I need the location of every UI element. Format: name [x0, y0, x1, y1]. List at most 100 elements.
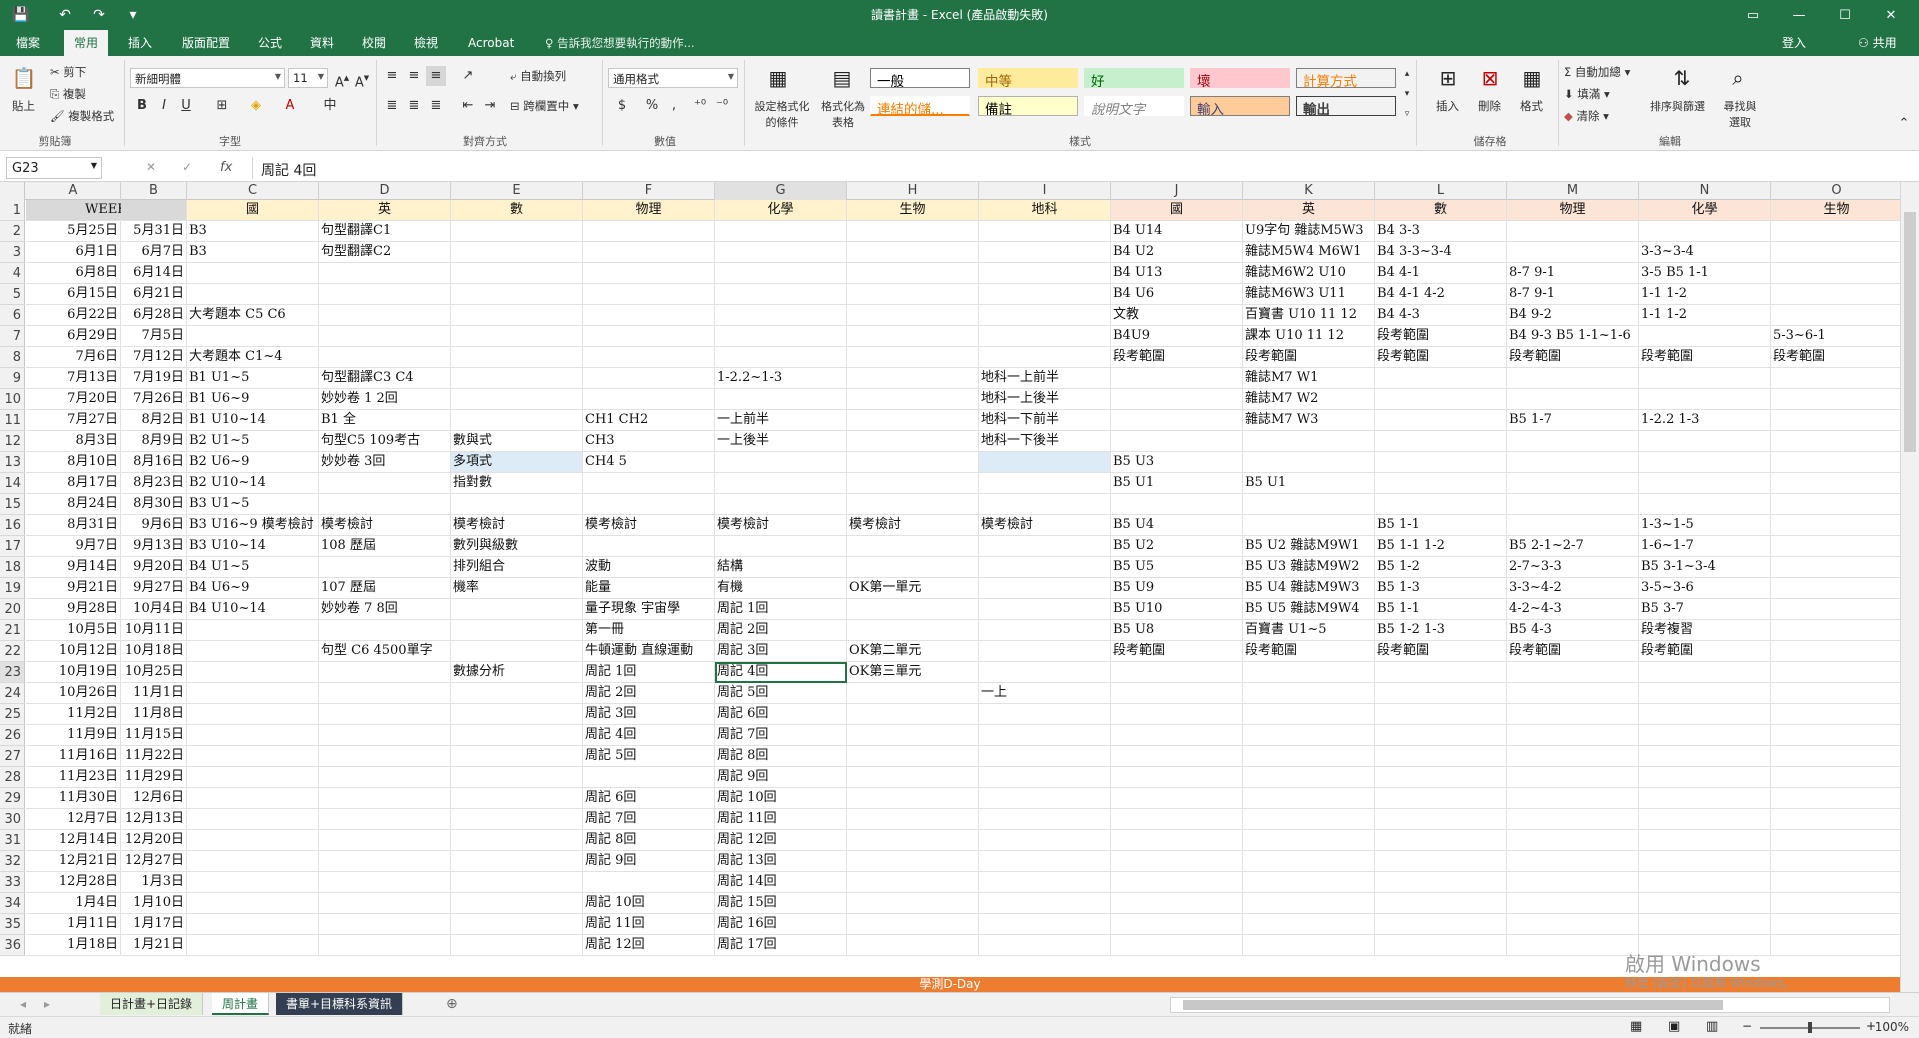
data-cell[interactable]: 5-3~6-1	[1771, 326, 1900, 347]
data-cell[interactable]: 大考題本 C1~4	[187, 347, 319, 368]
decrease-decimal-icon[interactable]: ⁻⁰	[712, 96, 732, 116]
data-cell[interactable]: 3-5~3-6	[1639, 578, 1771, 599]
data-cell[interactable]: B5 U10	[1111, 599, 1243, 620]
column-header[interactable]: B	[121, 182, 187, 200]
data-cell[interactable]: 12月13日	[121, 809, 187, 830]
data-cell[interactable]	[451, 725, 583, 746]
data-cell[interactable]	[451, 305, 583, 326]
add-sheet-icon[interactable]: ⊕	[446, 996, 458, 1012]
data-cell[interactable]	[1771, 578, 1900, 599]
data-cell[interactable]	[1771, 410, 1900, 431]
align-left-icon[interactable]: ≣	[382, 96, 402, 116]
data-cell[interactable]	[979, 305, 1111, 326]
data-cell[interactable]: 妙妙卷 1 2回	[319, 389, 451, 410]
italic-button[interactable]: I	[154, 96, 174, 116]
data-cell[interactable]	[1507, 872, 1639, 893]
data-cell[interactable]	[1639, 221, 1771, 242]
data-cell[interactable]: 11月16日	[26, 746, 121, 767]
data-cell[interactable]	[1375, 389, 1507, 410]
data-cell[interactable]: 大考題本 C5 C6	[187, 305, 319, 326]
data-cell[interactable]: 8-7 9-1	[1507, 284, 1639, 305]
data-cell[interactable]	[583, 284, 715, 305]
data-cell[interactable]	[1111, 683, 1243, 704]
data-cell[interactable]: 周記 8回	[583, 830, 715, 851]
data-cell[interactable]	[1507, 242, 1639, 263]
font-name-combo[interactable]: 新細明體 ▼	[130, 68, 285, 88]
data-cell[interactable]	[1111, 389, 1243, 410]
data-cell[interactable]: 妙妙卷 7 8回	[319, 599, 451, 620]
data-cell[interactable]: B5 U5 雜誌M9W4	[1243, 599, 1375, 620]
data-cell[interactable]	[451, 221, 583, 242]
data-cell[interactable]: 1月21日	[121, 935, 187, 956]
data-cell[interactable]	[1507, 746, 1639, 767]
data-cell[interactable]: B5 1-2	[1375, 557, 1507, 578]
row-header[interactable]: 26	[0, 725, 25, 746]
data-cell[interactable]: 周記 4回	[715, 662, 847, 683]
row-header[interactable]: 12	[0, 431, 25, 452]
data-cell[interactable]	[979, 704, 1111, 725]
scroll-thumb[interactable]	[1904, 212, 1916, 452]
data-cell[interactable]	[1639, 494, 1771, 515]
data-cell[interactable]	[1111, 725, 1243, 746]
data-cell[interactable]	[847, 263, 979, 284]
cell-style-item[interactable]: 計算方式	[1296, 68, 1396, 90]
data-cell[interactable]	[1771, 494, 1900, 515]
fill-color-icon[interactable]: ◈	[246, 96, 266, 116]
data-cell[interactable]: 段考範圍	[1771, 347, 1900, 368]
row-header[interactable]: 23	[0, 662, 25, 683]
tab-data[interactable]: 資料	[300, 30, 344, 56]
data-cell[interactable]	[451, 368, 583, 389]
row-header[interactable]: 22	[0, 641, 25, 662]
data-cell[interactable]: 模考檢討	[715, 515, 847, 536]
data-cell[interactable]	[1771, 389, 1900, 410]
data-cell[interactable]: OK第三單元	[847, 662, 979, 683]
data-cell[interactable]	[1507, 683, 1639, 704]
data-cell[interactable]	[319, 746, 451, 767]
data-cell[interactable]: B4 4-1	[1375, 263, 1507, 284]
data-cell[interactable]	[1507, 830, 1639, 851]
data-cell[interactable]	[979, 263, 1111, 284]
data-cell[interactable]	[1111, 851, 1243, 872]
row-header[interactable]: 29	[0, 788, 25, 809]
data-cell[interactable]: B4 9-3 B5 1-1~1-6	[1507, 326, 1639, 347]
data-cell[interactable]: B5 3-7	[1639, 599, 1771, 620]
signin-link[interactable]: 登入	[1782, 30, 1806, 56]
data-cell[interactable]	[1243, 725, 1375, 746]
data-cell[interactable]	[319, 473, 451, 494]
data-cell[interactable]	[1771, 515, 1900, 536]
header-cell[interactable]: 化學	[1639, 200, 1771, 221]
data-cell[interactable]: 周記 7回	[715, 725, 847, 746]
data-cell[interactable]	[979, 746, 1111, 767]
data-cell[interactable]	[187, 284, 319, 305]
data-cell[interactable]	[1243, 935, 1375, 956]
data-cell[interactable]: 段考複習	[1639, 620, 1771, 641]
data-cell[interactable]	[1771, 704, 1900, 725]
data-cell[interactable]	[1243, 662, 1375, 683]
data-cell[interactable]	[1507, 725, 1639, 746]
data-cell[interactable]	[1375, 704, 1507, 725]
number-format-combo[interactable]: 通用格式 ▼	[608, 68, 738, 88]
row-header[interactable]: 33	[0, 872, 25, 893]
data-cell[interactable]	[1507, 704, 1639, 725]
data-cell[interactable]	[1507, 767, 1639, 788]
data-cell[interactable]: 12月28日	[26, 872, 121, 893]
data-cell[interactable]: B5 U5	[1111, 557, 1243, 578]
row-header[interactable]: 1	[0, 200, 25, 221]
data-cell[interactable]: 雜誌M7 W2	[1243, 389, 1375, 410]
cell-style-item[interactable]: 輸入	[1190, 96, 1290, 118]
data-cell[interactable]: 1-3~1-5	[1639, 515, 1771, 536]
maximize-icon[interactable]: ☐	[1822, 0, 1868, 30]
data-cell[interactable]	[1111, 935, 1243, 956]
data-cell[interactable]: 一上前半	[715, 410, 847, 431]
data-cell[interactable]: 數據分析	[451, 662, 583, 683]
data-cell[interactable]: 8月31日	[26, 515, 121, 536]
data-cell[interactable]	[1771, 809, 1900, 830]
data-cell[interactable]	[319, 683, 451, 704]
data-cell[interactable]	[1375, 662, 1507, 683]
data-cell[interactable]	[847, 809, 979, 830]
autosum-button[interactable]: Σ 自動加總 ▾	[1564, 64, 1630, 80]
data-cell[interactable]: 108 歷屆	[319, 536, 451, 557]
data-cell[interactable]	[451, 830, 583, 851]
data-cell[interactable]: 1月10日	[121, 893, 187, 914]
data-cell[interactable]	[187, 893, 319, 914]
